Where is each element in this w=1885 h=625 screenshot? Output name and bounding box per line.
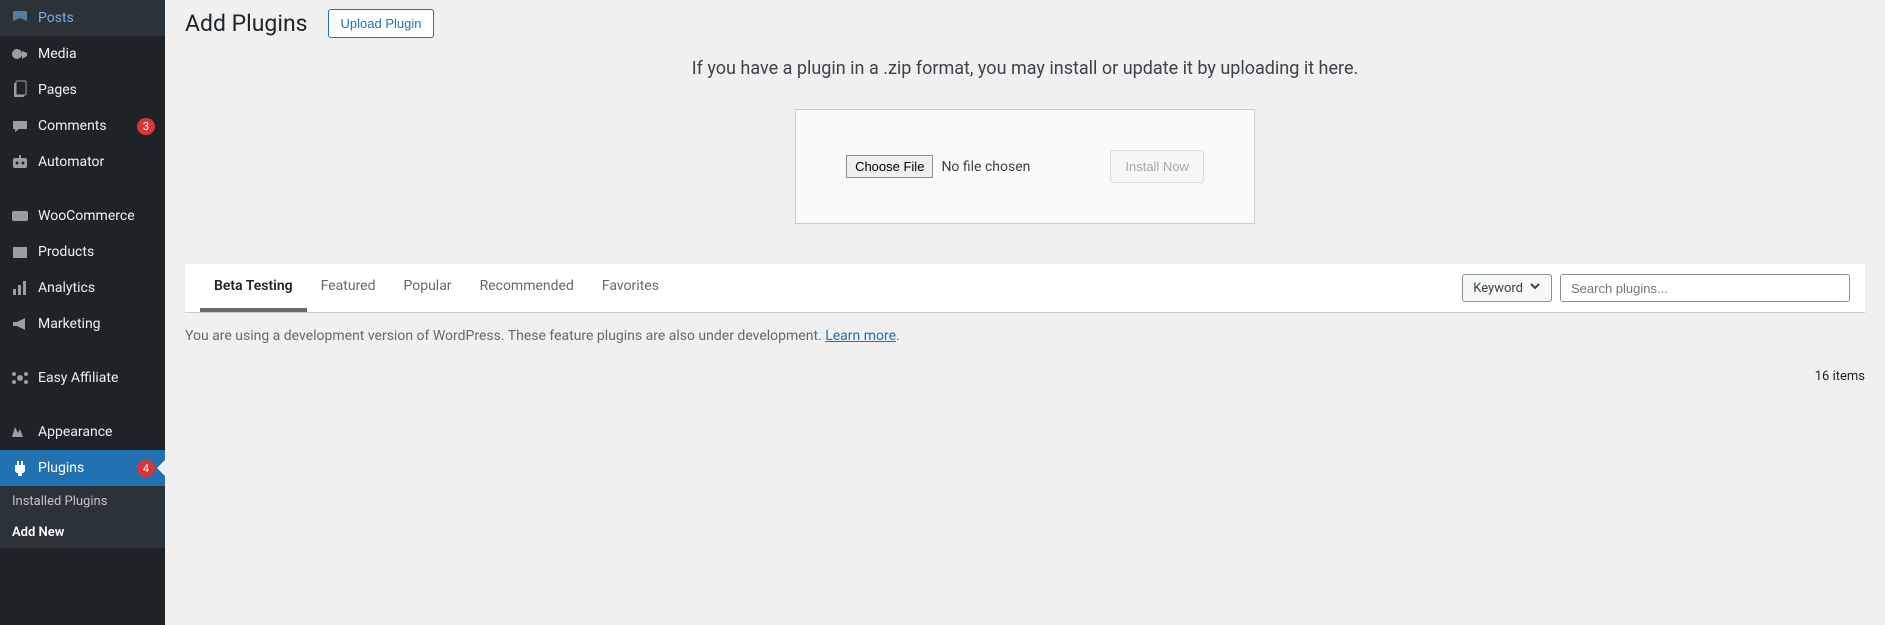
upload-box: Choose File No file chosen Install Now bbox=[795, 109, 1255, 224]
products-icon bbox=[10, 242, 30, 262]
sidebar-item-label: Posts bbox=[38, 10, 155, 26]
sidebar-item-label: Marketing bbox=[38, 316, 155, 332]
sidebar-item-label: Appearance bbox=[38, 424, 155, 440]
tab-featured[interactable]: Featured bbox=[307, 264, 390, 312]
sidebar-item-plugins[interactable]: Plugins 4 bbox=[0, 450, 165, 486]
sidebar-item-automator[interactable]: Automator bbox=[0, 144, 165, 180]
sidebar-item-products[interactable]: Products bbox=[0, 234, 165, 270]
marketing-icon bbox=[10, 314, 30, 334]
plugins-badge: 4 bbox=[137, 460, 155, 477]
sidebar-item-label: Plugins bbox=[38, 460, 133, 476]
sidebar-item-marketing[interactable]: Marketing bbox=[0, 306, 165, 342]
tab-favorites[interactable]: Favorites bbox=[588, 264, 673, 312]
learn-more-link[interactable]: Learn more bbox=[825, 328, 896, 344]
upload-plugin-button[interactable]: Upload Plugin bbox=[328, 9, 435, 38]
filter-tabs: Beta Testing Featured Popular Recommende… bbox=[200, 264, 1462, 312]
sidebar-item-posts[interactable]: Posts bbox=[0, 0, 165, 36]
plugins-icon bbox=[10, 458, 30, 478]
sidebar-item-affiliate[interactable]: Easy Affiliate bbox=[0, 360, 165, 396]
sidebar-item-label: Media bbox=[38, 46, 155, 62]
install-now-button[interactable]: Install Now bbox=[1110, 150, 1204, 183]
tab-beta-testing[interactable]: Beta Testing bbox=[200, 264, 307, 312]
search-wrap: Keyword bbox=[1462, 264, 1850, 312]
appearance-icon bbox=[10, 422, 30, 442]
filter-bar: Beta Testing Featured Popular Recommende… bbox=[185, 264, 1865, 313]
choose-file-button[interactable]: Choose File bbox=[846, 155, 933, 178]
upload-box-inner: Choose File No file chosen Install Now bbox=[846, 150, 1204, 183]
sidebar-separator bbox=[0, 342, 165, 360]
analytics-icon bbox=[10, 278, 30, 298]
dev-notice: You are using a development version of W… bbox=[185, 313, 1865, 359]
plugins-submenu: Installed Plugins Add New bbox=[0, 486, 165, 548]
comments-badge: 3 bbox=[137, 118, 155, 135]
pin-icon bbox=[10, 8, 30, 28]
admin-sidebar: Posts Media Pages Comments 3 Automator W… bbox=[0, 0, 165, 625]
file-input-wrap: Choose File No file chosen bbox=[846, 155, 1030, 178]
search-input[interactable] bbox=[1560, 274, 1850, 302]
dev-notice-text: You are using a development version of W… bbox=[185, 328, 825, 344]
submenu-add-new[interactable]: Add New bbox=[0, 517, 165, 548]
footer-bar: 16 items bbox=[185, 359, 1865, 394]
page-header: Add Plugins Upload Plugin bbox=[185, 0, 1865, 58]
sidebar-item-label: Pages bbox=[38, 82, 155, 98]
sidebar-item-comments[interactable]: Comments 3 bbox=[0, 108, 165, 144]
affiliate-icon bbox=[10, 368, 30, 388]
sidebar-item-label: Comments bbox=[38, 118, 133, 134]
submenu-installed-plugins[interactable]: Installed Plugins bbox=[0, 486, 165, 517]
keyword-dropdown[interactable]: Keyword bbox=[1462, 274, 1552, 302]
woo-icon bbox=[10, 206, 30, 226]
sidebar-item-media[interactable]: Media bbox=[0, 36, 165, 72]
tab-recommended[interactable]: Recommended bbox=[466, 264, 588, 312]
keyword-dropdown-label: Keyword bbox=[1473, 281, 1523, 296]
sidebar-item-pages[interactable]: Pages bbox=[0, 72, 165, 108]
items-count: 16 items bbox=[1815, 369, 1865, 384]
upload-hint: If you have a plugin in a .zip format, y… bbox=[185, 58, 1865, 79]
sidebar-item-label: Products bbox=[38, 244, 155, 260]
sidebar-item-woocommerce[interactable]: WooCommerce bbox=[0, 198, 165, 234]
sidebar-item-label: Analytics bbox=[38, 280, 155, 296]
page-title: Add Plugins bbox=[185, 10, 308, 37]
sidebar-separator bbox=[0, 180, 165, 198]
automator-icon bbox=[10, 152, 30, 172]
upload-section: If you have a plugin in a .zip format, y… bbox=[185, 58, 1865, 224]
comments-icon bbox=[10, 116, 30, 136]
chevron-down-icon bbox=[1529, 280, 1541, 296]
sidebar-item-label: Easy Affiliate bbox=[38, 370, 155, 386]
media-icon bbox=[10, 44, 30, 64]
sidebar-item-label: Automator bbox=[38, 154, 155, 170]
pages-icon bbox=[10, 80, 30, 100]
sidebar-item-label: WooCommerce bbox=[38, 208, 155, 224]
sidebar-item-analytics[interactable]: Analytics bbox=[0, 270, 165, 306]
sidebar-item-appearance[interactable]: Appearance bbox=[0, 414, 165, 450]
dev-notice-period: . bbox=[896, 328, 900, 344]
no-file-text: No file chosen bbox=[941, 159, 1030, 175]
main-content: Add Plugins Upload Plugin If you have a … bbox=[165, 0, 1885, 625]
sidebar-separator bbox=[0, 396, 165, 414]
tab-popular[interactable]: Popular bbox=[389, 264, 465, 312]
